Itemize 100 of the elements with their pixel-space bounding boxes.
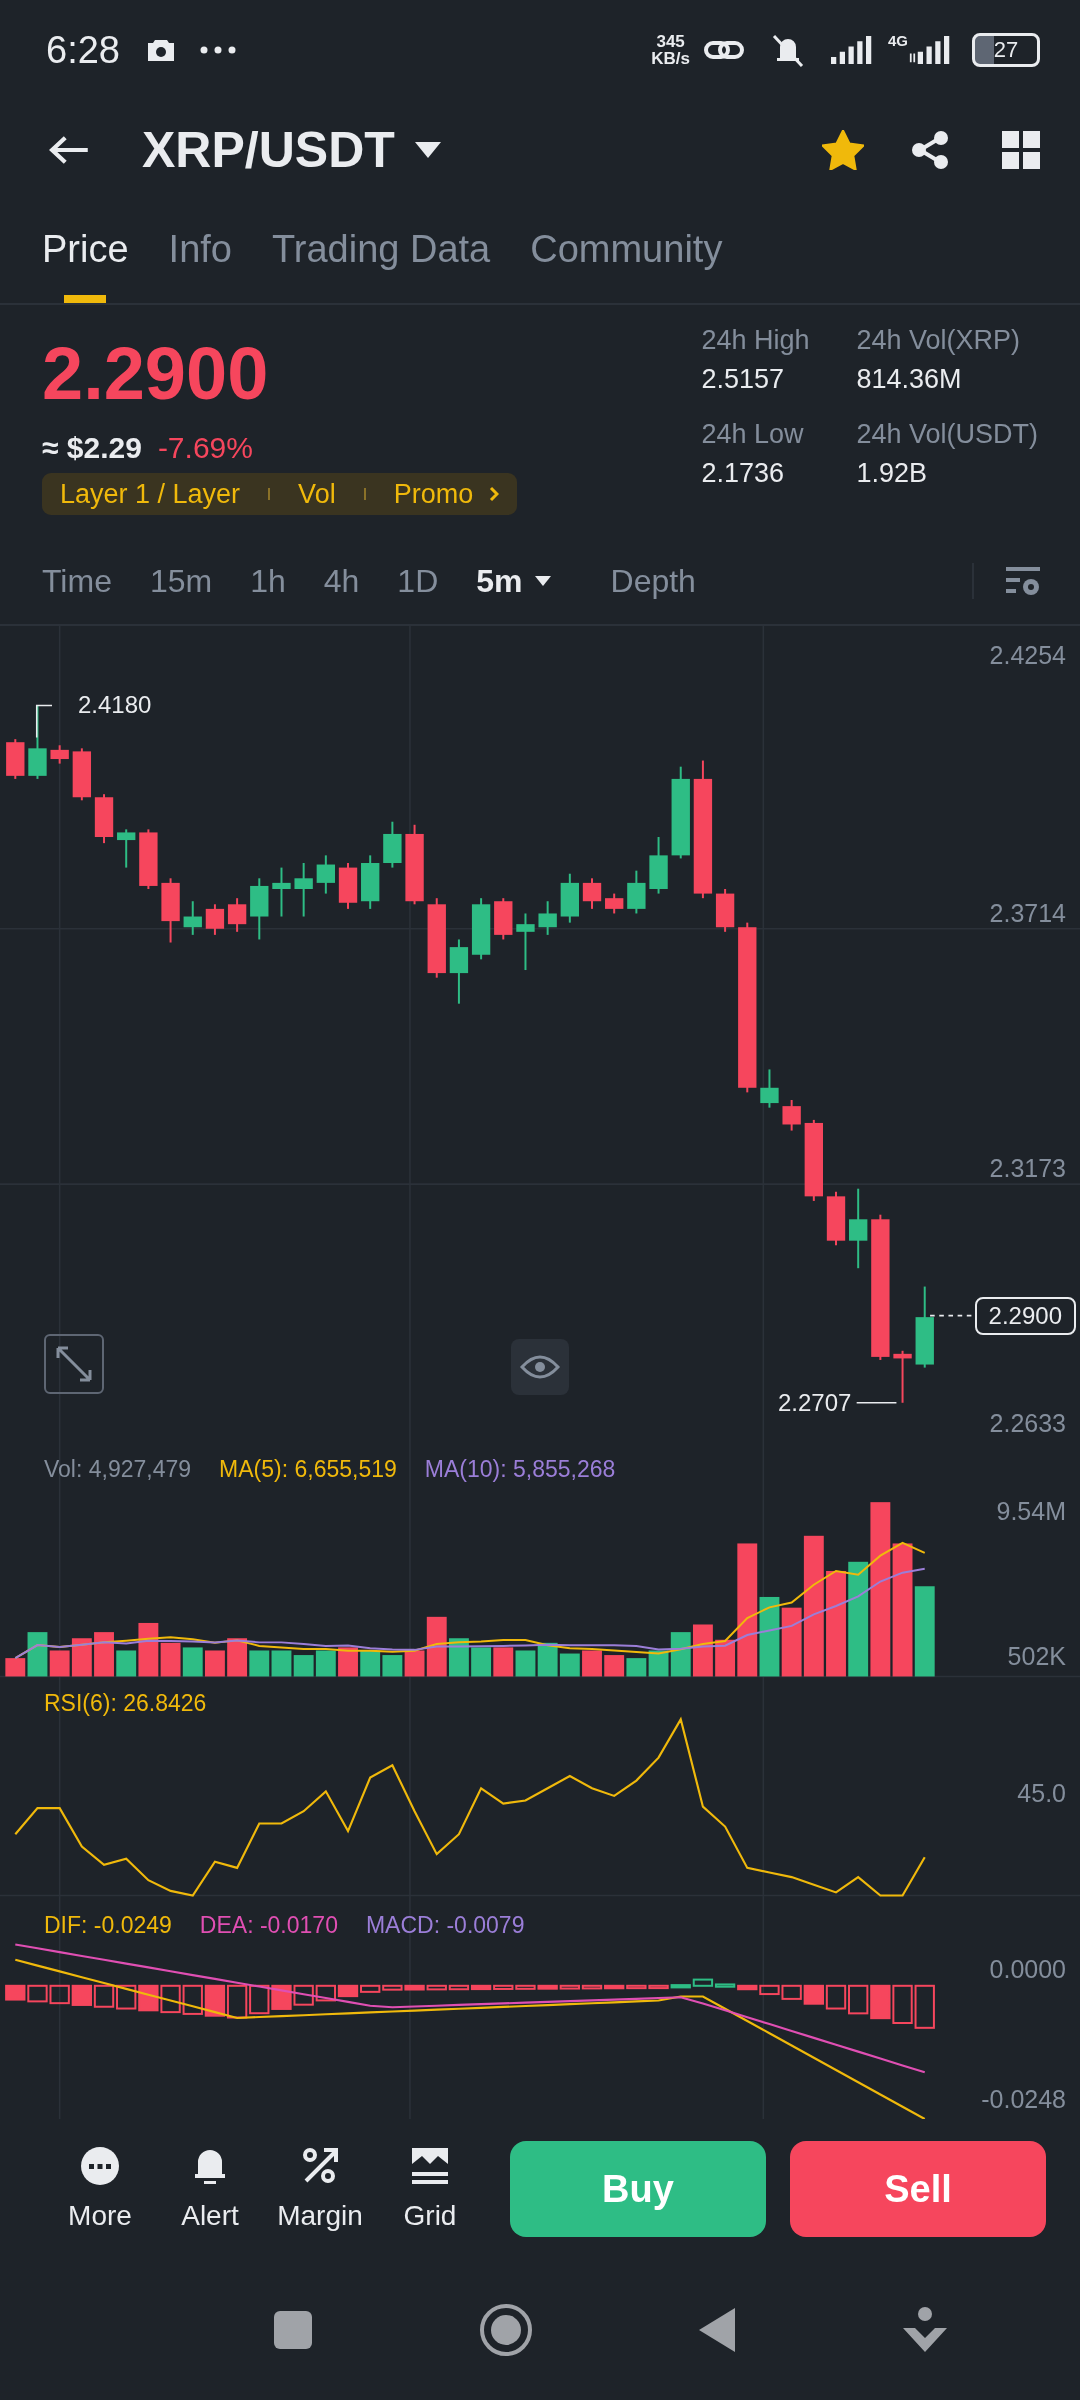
- candle: [560, 872, 579, 924]
- axis-label: 2.4254: [989, 640, 1066, 670]
- sell-button[interactable]: Sell: [790, 2141, 1046, 2237]
- network-speed: 345 KB/s: [651, 33, 690, 67]
- histogram-bar: [71, 1984, 92, 2006]
- back-arrow-icon[interactable]: [48, 135, 90, 165]
- interval-tab[interactable]: 1h: [250, 562, 286, 600]
- candle: [250, 877, 269, 941]
- interval-tab[interactable]: Time: [42, 562, 112, 600]
- histogram-bar: [249, 1984, 270, 2015]
- candle: [383, 820, 402, 869]
- grid-chart-icon: [410, 2146, 450, 2186]
- volume-bar: [382, 1655, 403, 1677]
- chart-settings-icon[interactable]: [1006, 566, 1042, 596]
- volume-bar: [271, 1650, 292, 1677]
- action-button[interactable]: More: [46, 2146, 154, 2232]
- histogram-bar: [182, 1984, 203, 2015]
- tab[interactable]: Info: [168, 200, 232, 303]
- usd-price: ≈ $2.29: [42, 431, 142, 465]
- tag-label: Layer 1 / Layer: [60, 478, 241, 510]
- histogram-bar: [803, 1984, 824, 2005]
- low-price-label: 2.2707: [778, 1388, 852, 1418]
- histogram-bar: [892, 1984, 913, 2024]
- high-price-label: 2.4180: [78, 690, 152, 720]
- price-change: -7.69%: [157, 431, 253, 465]
- back-icon[interactable]: [699, 2307, 737, 2352]
- recents-icon[interactable]: [273, 2309, 313, 2350]
- candle: [471, 897, 491, 961]
- volume-reading: Vol: 4,927,479: [44, 1455, 192, 1484]
- candle: [715, 888, 735, 933]
- histogram-bar: [226, 1984, 248, 2019]
- down-arrow-icon[interactable]: [903, 2305, 947, 2354]
- tab[interactable]: Community: [530, 200, 723, 303]
- tag-bar[interactable]: Layer 1 / Layer Vol Promo: [42, 473, 518, 515]
- candle: [338, 862, 358, 910]
- volume-bar: [515, 1650, 536, 1677]
- signal-icon: [908, 36, 952, 64]
- axis-label: 0.0000: [989, 1954, 1066, 1984]
- stat-value: 2.1736: [701, 458, 785, 489]
- candle: [893, 1349, 912, 1404]
- volume-bar: [604, 1655, 625, 1677]
- share-icon[interactable]: [910, 130, 950, 170]
- candle: [227, 897, 247, 933]
- candle: [538, 900, 557, 936]
- candle: [139, 828, 158, 890]
- dea-reading: DEA: -0.0170: [199, 1911, 338, 1940]
- signal-icon: [830, 36, 874, 64]
- candle: [649, 836, 668, 895]
- grid-icon[interactable]: [1002, 131, 1040, 169]
- candle: [205, 903, 225, 936]
- histogram-bar: [160, 1984, 181, 2014]
- axis-label: 2.3173: [989, 1153, 1066, 1183]
- action-button[interactable]: Grid: [376, 2146, 484, 2232]
- volume-bar: [338, 1647, 358, 1677]
- candle: [117, 828, 136, 869]
- action-button[interactable]: Alert: [156, 2146, 264, 2232]
- stat-value: 2.5157: [701, 364, 785, 395]
- histogram-bar: [870, 1984, 891, 2020]
- interval-tab[interactable]: 4h: [323, 562, 360, 600]
- pair-title[interactable]: XRP/USDT: [142, 121, 395, 179]
- macd-reading: MACD: -0.0079: [365, 1911, 525, 1940]
- stat-value: 814.36M: [856, 364, 963, 395]
- candle: [161, 877, 180, 944]
- last-price-tag: 2.2900: [974, 1297, 1076, 1335]
- star-icon[interactable]: [822, 130, 864, 170]
- home-icon[interactable]: [479, 2302, 533, 2357]
- expand-icon[interactable]: [44, 1334, 104, 1394]
- interval-tab[interactable]: Depth: [610, 562, 696, 600]
- chevron-icon: [489, 486, 500, 502]
- buy-button[interactable]: Buy: [510, 2141, 766, 2237]
- stat-label: 24h Vol(USDT): [856, 419, 1038, 450]
- candle: [760, 1068, 779, 1109]
- stat-label: 24h Vol(XRP): [856, 325, 1021, 356]
- interval-tab[interactable]: 1D: [397, 562, 439, 600]
- volume-bar: [582, 1650, 602, 1677]
- stat-label: 24h High: [701, 325, 811, 356]
- candle: [294, 862, 313, 918]
- eye-icon[interactable]: [510, 1338, 570, 1396]
- volume-bar: [182, 1647, 203, 1677]
- axis-label: 502K: [1007, 1641, 1066, 1671]
- volume-bar: [360, 1650, 381, 1677]
- last-price: 2.2900: [42, 331, 269, 417]
- candle: [516, 912, 535, 972]
- axis-label: 2.2633: [989, 1408, 1066, 1438]
- histogram-bar: [49, 1984, 70, 2005]
- histogram-bar: [781, 1984, 802, 2000]
- action-button[interactable]: Margin: [266, 2146, 374, 2232]
- histogram-bar: [93, 1984, 115, 2008]
- caret-icon[interactable]: [534, 576, 551, 586]
- interval-tab[interactable]: 5m: [476, 562, 551, 600]
- candle: [582, 877, 602, 910]
- network-type: 4G: [888, 32, 908, 49]
- interval-tab[interactable]: 15m: [149, 562, 213, 600]
- caret-icon[interactable]: [414, 142, 441, 158]
- tab[interactable]: Trading Data: [271, 200, 491, 303]
- dif-reading: DIF: -0.0249: [44, 1911, 172, 1940]
- histogram-bar: [116, 1984, 137, 2010]
- histogram-bar: [5, 1984, 26, 2001]
- volume-bar: [493, 1647, 514, 1677]
- candle: [627, 869, 646, 915]
